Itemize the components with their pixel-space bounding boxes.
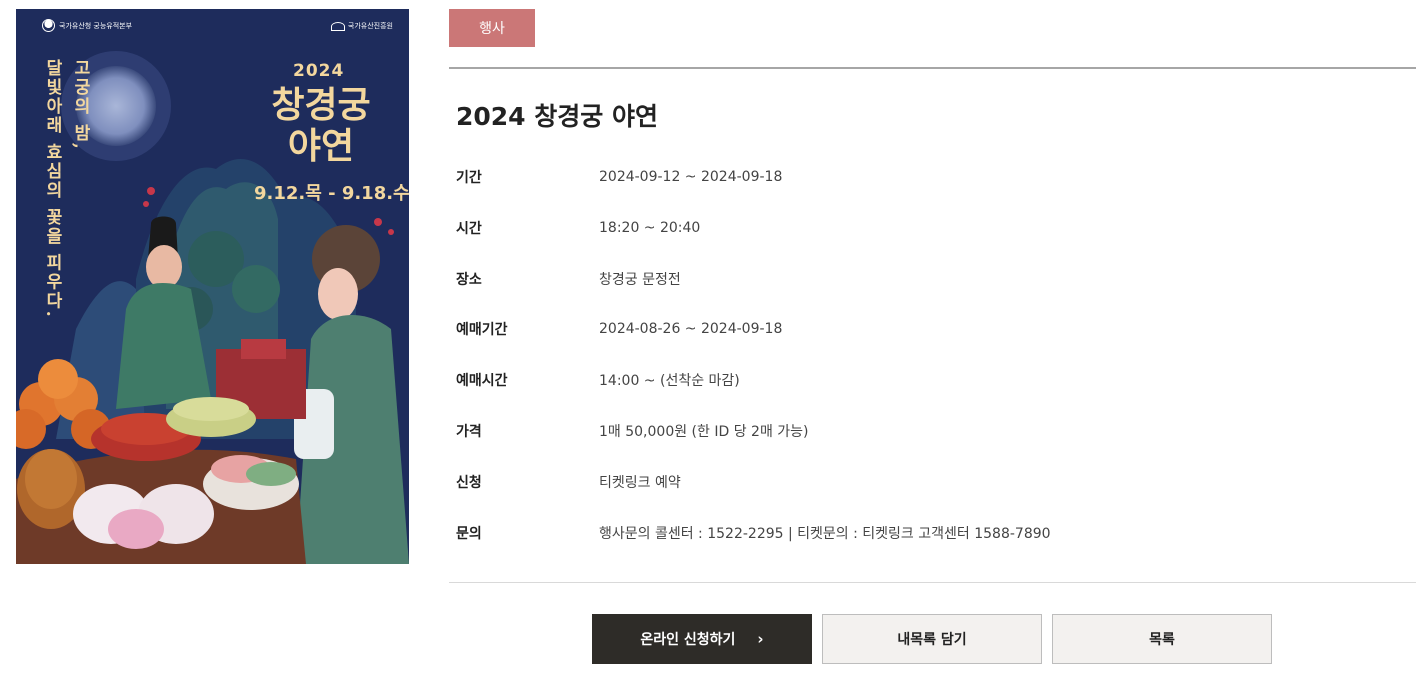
event-detail-page: 국가유산청 궁능유적본부 국가유산진흥원 고궁의 밤, 달빛아래 효심의 꽃을 … — [0, 0, 1416, 679]
event-poster: 국가유산청 궁능유적본부 국가유산진흥원 고궁의 밤, 달빛아래 효심의 꽃을 … — [16, 9, 409, 564]
poster-title: 창경궁 야연 — [256, 85, 386, 167]
info-label: 예매기간 — [456, 322, 508, 338]
info-row-booking-time: 예매시간 14:00 ~ (선착순 마감) — [456, 369, 740, 391]
category-badge: 행사 — [449, 9, 535, 47]
info-value: 창경궁 문정전 — [599, 272, 681, 288]
title-divider — [449, 67, 1416, 69]
back-to-list-button[interactable]: 목록 — [1052, 614, 1272, 664]
info-row-time: 시간 18:20 ~ 20:40 — [456, 217, 700, 239]
info-label: 예매시간 — [456, 373, 508, 389]
info-row-price: 가격 1매 50,000원 (한 ID 당 2매 가능) — [456, 420, 809, 442]
add-to-my-list-button-label: 내목록 담기 — [897, 632, 967, 648]
poster-org-left-text: 국가유산청 궁능유적본부 — [59, 21, 133, 30]
chevron-right-icon: › — [757, 630, 764, 648]
organization-logo-icon — [330, 21, 345, 31]
poster-title-line2: 야연 — [287, 125, 355, 167]
info-value: 18:20 ~ 20:40 — [599, 220, 701, 236]
poster-tagline-line1: 고궁의 밤, — [70, 59, 90, 151]
info-row-booking-period: 예매기간 2024-08-26 ~ 2024-09-18 — [456, 318, 782, 340]
government-emblem-icon — [42, 19, 55, 32]
info-value: 14:00 ~ (선착순 마감) — [599, 373, 740, 389]
event-title: 2024 창경궁 야연 — [456, 102, 658, 131]
online-apply-button-label: 온라인 신청하기 — [640, 632, 736, 648]
poster-org-left: 국가유산청 궁능유적본부 — [42, 19, 132, 32]
info-row-venue: 장소 창경궁 문정전 — [456, 268, 681, 290]
info-label: 기간 — [456, 170, 482, 186]
info-label: 신청 — [456, 475, 482, 491]
info-label: 문의 — [456, 526, 482, 542]
poster-year: 2024 — [293, 61, 345, 81]
back-to-list-button-label: 목록 — [1149, 632, 1175, 648]
actions-divider — [449, 582, 1416, 583]
info-row-period: 기간 2024-09-12 ~ 2024-09-18 — [456, 166, 782, 188]
info-value: 2024-08-26 ~ 2024-09-18 — [599, 321, 783, 337]
poster-org-right: 국가유산진흥원 — [330, 21, 393, 31]
online-apply-button[interactable]: 온라인 신청하기 › — [592, 614, 812, 664]
info-row-inquiry: 문의 행사문의 콜센터 : 1522-2295 | 티켓문의 : 티켓링크 고객… — [456, 522, 1051, 544]
info-label: 가격 — [456, 424, 482, 440]
info-value: 2024-09-12 ~ 2024-09-18 — [599, 169, 783, 185]
info-value: 티켓링크 예약 — [599, 475, 681, 491]
add-to-my-list-button[interactable]: 내목록 담기 — [822, 614, 1042, 664]
poster-tagline-line2: 달빛아래 효심의 꽃을 피우다. — [42, 59, 62, 319]
info-value: 행사문의 콜센터 : 1522-2295 | 티켓문의 : 티켓링크 고객센터 … — [599, 526, 1051, 542]
info-row-apply: 신청 티켓링크 예약 — [456, 471, 681, 493]
info-label: 장소 — [456, 272, 482, 288]
poster-dates: 9.12.목 - 9.18.수 — [254, 183, 409, 204]
poster-title-line1: 창경궁 — [271, 84, 371, 126]
poster-org-right-text: 국가유산진흥원 — [347, 22, 393, 30]
info-value: 1매 50,000원 (한 ID 당 2매 가능) — [599, 424, 809, 440]
info-label: 시간 — [456, 221, 482, 237]
